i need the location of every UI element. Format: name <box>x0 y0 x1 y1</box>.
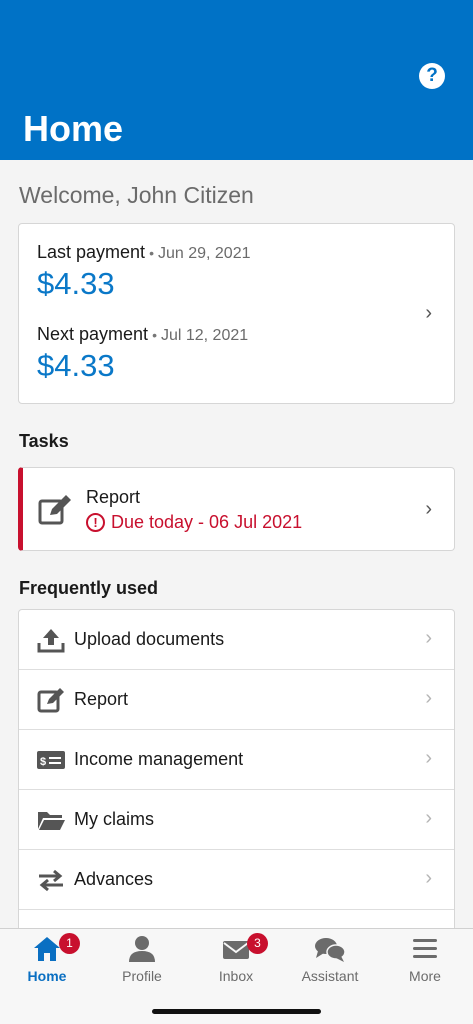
home-badge: 1 <box>59 933 80 954</box>
list-item-my-claims[interactable]: My claims › <box>19 790 454 850</box>
alert-icon: ! <box>86 513 105 532</box>
list-item-partial[interactable] <box>19 910 454 928</box>
chevron-right-icon: › <box>425 302 432 324</box>
swap-icon <box>39 869 63 892</box>
inbox-badge: 3 <box>247 933 268 954</box>
chevron-right-icon: › <box>425 687 432 709</box>
last-payment-label: Last payment <box>37 242 146 262</box>
chat-icon <box>315 938 346 962</box>
page-title: Home <box>23 108 124 149</box>
task-title: Report <box>86 487 141 507</box>
frequently-used-title: Frequently used <box>19 578 159 598</box>
frequently-used-list: Upload documents › Report › $ Income man… <box>18 609 455 928</box>
home-icon <box>34 937 60 961</box>
list-item-label: Income management <box>74 749 244 769</box>
main-content: Welcome, John Citizen Last payment • Jun 2… <box>0 160 473 928</box>
chevron-right-icon: › <box>425 747 432 769</box>
folder-icon <box>38 812 65 830</box>
last-payment-separator: • <box>149 245 154 261</box>
task-item-report[interactable]: Report ! Due today - 06 Jul 2021 › <box>18 467 455 551</box>
next-payment-date: Jul 12, 2021 <box>160 327 249 344</box>
app-header: ? Home <box>0 0 473 160</box>
list-item-label: Advances <box>74 869 154 889</box>
help-icon[interactable]: ? <box>419 63 445 89</box>
list-item-upload-documents[interactable]: Upload documents › <box>19 610 454 670</box>
tab-label: Home <box>27 968 67 984</box>
list-item-label: Report <box>74 689 129 709</box>
last-payment-date: Jun 29, 2021 <box>157 245 251 262</box>
home-indicator <box>152 1009 321 1014</box>
payments-card[interactable]: Last payment • Jun 29, 2021 $4.33 Next pay… <box>18 223 455 404</box>
next-payment-row: Next payment • Jul 12, 2021 <box>37 324 248 345</box>
person-icon <box>129 936 155 962</box>
tasks-title: Tasks <box>19 431 69 451</box>
list-item-report[interactable]: Report › <box>19 670 454 730</box>
welcome-text: Welcome, John Citizen <box>19 182 254 208</box>
next-payment-label: Next payment <box>37 324 149 344</box>
list-item-income-management[interactable]: $ Income management › <box>19 730 454 790</box>
list-item-advances[interactable]: Advances › <box>19 850 454 910</box>
menu-icon <box>413 939 437 958</box>
edit-icon <box>37 688 64 713</box>
tab-more[interactable]: More <box>378 929 472 999</box>
tab-inbox[interactable]: 3 Inbox <box>189 929 283 999</box>
task-due-text: Due today - 06 Jul 2021 <box>111 512 303 532</box>
mail-icon <box>223 941 249 959</box>
svg-text:$: $ <box>40 756 46 768</box>
chevron-right-icon: › <box>425 498 432 520</box>
task-due-status: ! Due today - 06 Jul 2021 <box>86 512 302 533</box>
list-item-label: Upload documents <box>74 629 225 649</box>
tab-profile[interactable]: Profile <box>95 929 189 999</box>
chevron-right-icon: › <box>425 867 432 889</box>
last-payment-amount: $4.33 <box>37 266 115 301</box>
tab-label: Profile <box>122 968 162 984</box>
chevron-right-icon: › <box>425 627 432 649</box>
last-payment-row: Last payment • Jun 29, 2021 <box>37 242 251 263</box>
tab-assistant[interactable]: Assistant <box>283 929 377 999</box>
edit-icon <box>38 495 71 525</box>
tab-label: More <box>409 968 441 984</box>
tab-label: Inbox <box>218 968 254 984</box>
tab-label: Assistant <box>301 968 359 984</box>
upload-icon <box>37 629 65 653</box>
next-payment-separator: • <box>152 327 157 343</box>
chevron-right-icon: › <box>425 807 432 829</box>
tab-home[interactable]: 1 Home <box>0 929 94 999</box>
list-item-label: My claims <box>74 809 154 829</box>
next-payment-amount: $4.33 <box>37 348 115 383</box>
money-icon: $ <box>37 751 65 769</box>
